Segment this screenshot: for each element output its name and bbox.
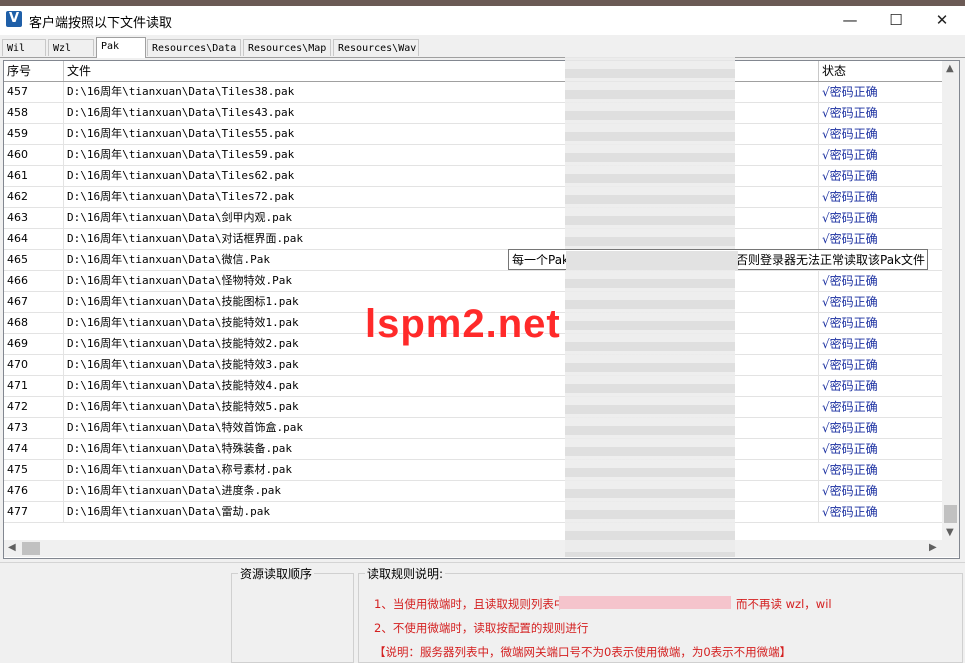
resource-order-label: 资源读取顺序 bbox=[238, 565, 315, 582]
app-icon: V bbox=[6, 11, 22, 27]
row-seq-cell: 471 bbox=[4, 376, 64, 396]
row-status-cell: √密码正确 bbox=[819, 502, 944, 522]
title-bar: V 客户端按照以下文件读取 — ☐ ✕ bbox=[0, 6, 965, 35]
row-seq-cell: 468 bbox=[4, 313, 64, 333]
tab-resources-map[interactable]: Resources\Map bbox=[243, 39, 331, 56]
table-row[interactable]: 458 D:\16周年\tianxuan\Data\Tiles43.pak √密码正… bbox=[4, 103, 944, 124]
row-status-cell: √密码正确 bbox=[819, 82, 944, 102]
row-status-cell: √密码正确 bbox=[819, 376, 944, 396]
row-seq-cell: 473 bbox=[4, 418, 64, 438]
row-status-cell: √密码正确 bbox=[819, 334, 944, 354]
row-status-cell: √密码正确 bbox=[819, 481, 944, 501]
row-status-cell: √密码正确 bbox=[819, 166, 944, 186]
scroll-left-icon[interactable]: ◀ bbox=[8, 542, 16, 553]
table-row[interactable]: 472 D:\16周年\tianxuan\Data\技能特效5.pak √密码正确 bbox=[4, 397, 944, 418]
scroll-up-icon[interactable]: ▲ bbox=[946, 63, 954, 74]
tab-strip: Wil Wzl Pak Resources\Data Resources\Map… bbox=[0, 37, 965, 58]
row-seq-cell: 476 bbox=[4, 481, 64, 501]
tab-resources-wav[interactable]: Resources\Wav bbox=[333, 39, 419, 56]
scroll-right-icon[interactable]: ▶ bbox=[929, 542, 937, 553]
tab-pak[interactable]: Pak bbox=[96, 37, 146, 58]
row-status-cell: √密码正确 bbox=[819, 292, 944, 312]
row-status-cell: √密码正确 bbox=[819, 208, 944, 228]
table-row[interactable]: 464 D:\16周年\tianxuan\Data\对话框界面.pak √密码正确 bbox=[4, 229, 944, 250]
window-title: 客户端按照以下文件读取 bbox=[29, 16, 173, 31]
row-seq-cell: 472 bbox=[4, 397, 64, 417]
table-row[interactable]: 471 D:\16周年\tianxuan\Data\技能特效4.pak √密码正确 bbox=[4, 376, 944, 397]
grid-header: 序号 文件 状态 bbox=[4, 61, 944, 82]
row-seq-cell: 475 bbox=[4, 460, 64, 480]
table-row[interactable]: 477 D:\16周年\tianxuan\Data\雷劫.pak √密码正确 bbox=[4, 502, 944, 523]
row-seq-cell: 461 bbox=[4, 166, 64, 186]
table-row[interactable]: 463 D:\16周年\tianxuan\Data\剑甲内观.pak √密码正确 bbox=[4, 208, 944, 229]
row-status-cell: √密码正确 bbox=[819, 313, 944, 333]
row-seq-cell: 477 bbox=[4, 502, 64, 522]
bottom-panel: 资源读取顺序 读取规则说明: 1、当使用微端时，且读取规则列表中 而不再读 wz… bbox=[0, 562, 965, 663]
read-rules-group: 读取规则说明: 1、当使用微端时，且读取规则列表中 而不再读 wzl，wil 2… bbox=[358, 565, 963, 663]
row-seq-cell: 464 bbox=[4, 229, 64, 249]
row-status-cell: √密码正确 bbox=[819, 271, 944, 291]
table-row[interactable]: 459 D:\16周年\tianxuan\Data\Tiles55.pak √密码正… bbox=[4, 124, 944, 145]
tab-resources-data[interactable]: Resources\Data bbox=[147, 39, 241, 56]
tooltip-text-start: 每一个Pak bbox=[512, 253, 570, 267]
row-seq-cell: 466 bbox=[4, 271, 64, 291]
row-status-cell: √密码正确 bbox=[819, 103, 944, 123]
row-seq-cell: 459 bbox=[4, 124, 64, 144]
table-row[interactable]: 476 D:\16周年\tianxuan\Data\进度条.pak √密码正确 bbox=[4, 481, 944, 502]
row-seq-cell: 458 bbox=[4, 103, 64, 123]
watermark-text: lspm2.net bbox=[365, 302, 561, 346]
row-status-cell: √密码正确 bbox=[819, 460, 944, 480]
maximize-button[interactable]: ☐ bbox=[873, 6, 919, 35]
row-status-cell: √密码正确 bbox=[819, 355, 944, 375]
row-status-cell: √密码正确 bbox=[819, 418, 944, 438]
row-status-cell: √密码正确 bbox=[819, 397, 944, 417]
column-header-status[interactable]: 状态 bbox=[819, 61, 944, 81]
read-rules-label: 读取规则说明: bbox=[365, 565, 446, 582]
rule-line-2: 2、不使用微端时，读取按配置的规则进行 bbox=[374, 621, 589, 635]
table-row[interactable]: 474 D:\16周年\tianxuan\Data\特殊装备.pak √密码正确 bbox=[4, 439, 944, 460]
row-seq-cell: 474 bbox=[4, 439, 64, 459]
minimize-button[interactable]: — bbox=[827, 6, 873, 35]
row-status-cell: √密码正确 bbox=[819, 145, 944, 165]
row-seq-cell: 470 bbox=[4, 355, 64, 375]
row-status-cell: √密码正确 bbox=[819, 187, 944, 207]
row-seq-cell: 465 bbox=[4, 250, 64, 270]
column-header-seq[interactable]: 序号 bbox=[4, 61, 64, 81]
vertical-scroll-thumb[interactable] bbox=[944, 505, 957, 523]
row-seq-cell: 460 bbox=[4, 145, 64, 165]
row-seq-cell: 462 bbox=[4, 187, 64, 207]
table-row[interactable]: 466 D:\16周年\tianxuan\Data\怪物特效.Pak √密码正确 bbox=[4, 271, 944, 292]
table-row[interactable]: 475 D:\16周年\tianxuan\Data\称号素材.pak √密码正确 bbox=[4, 460, 944, 481]
row-seq-cell: 463 bbox=[4, 208, 64, 228]
table-row[interactable]: 460 D:\16周年\tianxuan\Data\Tiles59.pak √密码正… bbox=[4, 145, 944, 166]
scroll-down-icon[interactable]: ▼ bbox=[946, 527, 954, 538]
horizontal-scrollbar[interactable]: ◀ ▶ bbox=[4, 540, 959, 557]
table-row[interactable]: 457 D:\16周年\tianxuan\Data\Tiles38.pak √密码正… bbox=[4, 82, 944, 103]
resource-order-group: 资源读取顺序 bbox=[231, 565, 354, 663]
table-row[interactable]: 470 D:\16周年\tianxuan\Data\技能特效3.pak √密码正确 bbox=[4, 355, 944, 376]
tooltip-text-end: 否则登录器无法正常读取该Pak文件 bbox=[736, 253, 926, 267]
row-status-cell: √密码正确 bbox=[819, 124, 944, 144]
row-status-cell: √密码正确 bbox=[819, 439, 944, 459]
row-seq-cell: 469 bbox=[4, 334, 64, 354]
table-row[interactable]: 473 D:\16周年\tianxuan\Data\特效首饰盒.pak √密码正确 bbox=[4, 418, 944, 439]
rule-redaction bbox=[559, 596, 731, 609]
horizontal-scroll-thumb[interactable] bbox=[22, 542, 40, 555]
vertical-scrollbar[interactable]: ▲ ▼ bbox=[942, 61, 959, 541]
tooltip-redaction bbox=[566, 251, 738, 270]
row-status-cell: √密码正确 bbox=[819, 229, 944, 249]
table-row[interactable]: 462 D:\16周年\tianxuan\Data\Tiles72.pak √密码正… bbox=[4, 187, 944, 208]
rule-line-1-tail: 而不再读 wzl，wil bbox=[736, 597, 832, 611]
close-button[interactable]: ✕ bbox=[919, 6, 965, 35]
row-seq-cell: 457 bbox=[4, 82, 64, 102]
blurred-redaction bbox=[565, 57, 735, 557]
rule-line-3: 【说明：服务器列表中，微端网关端口号不为0表示使用微端，为0表示不用微端】 bbox=[374, 645, 792, 659]
table-row[interactable]: 461 D:\16周年\tianxuan\Data\Tiles62.pak √密码正… bbox=[4, 166, 944, 187]
rule-line-1: 1、当使用微端时，且读取规则列表中 bbox=[374, 597, 566, 611]
tab-wzl[interactable]: Wzl bbox=[48, 39, 94, 56]
row-seq-cell: 467 bbox=[4, 292, 64, 312]
tab-wil[interactable]: Wil bbox=[2, 39, 46, 56]
